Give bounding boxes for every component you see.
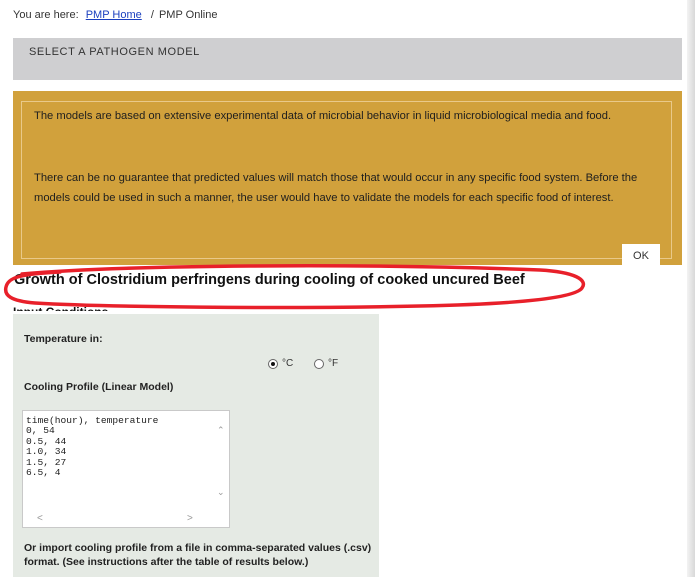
temperature-label: Temperature in: (24, 333, 103, 345)
fahrenheit-radio[interactable] (314, 358, 324, 369)
disclaimer-inner-frame: The models are based on extensive experi… (21, 101, 672, 259)
chevron-up-icon[interactable]: ⌃ (217, 425, 225, 436)
red-annotation-ellipse (3, 264, 586, 310)
cooling-profile-label: Cooling Profile (Linear Model) (24, 381, 174, 393)
breadcrumb-separator: / (150, 9, 154, 21)
cooling-profile-value[interactable]: time(hour), temperature 0, 54 0.5, 44 1.… (26, 415, 158, 478)
celsius-radio[interactable] (268, 358, 278, 369)
fahrenheit-option[interactable]: °F (314, 358, 338, 369)
window-edge (687, 0, 695, 577)
celsius-label: °C (282, 358, 294, 369)
select-pathogen-model-bar[interactable]: SELECT A PATHOGEN MODEL (13, 38, 682, 80)
disclaimer-paragraph-1: The models are based on extensive experi… (34, 110, 612, 122)
breadcrumb: You are here: PMP Home / PMP Online (13, 9, 217, 21)
breadcrumb-current: PMP Online (158, 9, 218, 21)
fahrenheit-label: °F (328, 358, 339, 369)
celsius-option[interactable]: °C (268, 358, 293, 369)
chevron-down-icon[interactable]: ⌄ (217, 487, 225, 498)
breadcrumb-home-link[interactable]: PMP Home (86, 9, 142, 21)
chevron-right-icon[interactable]: > (187, 513, 193, 524)
ok-button[interactable]: OK (622, 244, 660, 269)
select-pathogen-model-label: SELECT A PATHOGEN MODEL (29, 46, 200, 58)
disclaimer-box: The models are based on extensive experi… (13, 91, 682, 265)
disclaimer-paragraph-2: There can be no guarantee that predicted… (34, 172, 638, 204)
import-csv-instructions: Or import cooling profile from a file in… (24, 542, 372, 568)
chevron-left-icon[interactable]: < (37, 513, 43, 524)
cooling-profile-textarea[interactable]: time(hour), temperature 0, 54 0.5, 44 1.… (22, 410, 230, 528)
breadcrumb-prefix: You are here: (13, 9, 79, 21)
